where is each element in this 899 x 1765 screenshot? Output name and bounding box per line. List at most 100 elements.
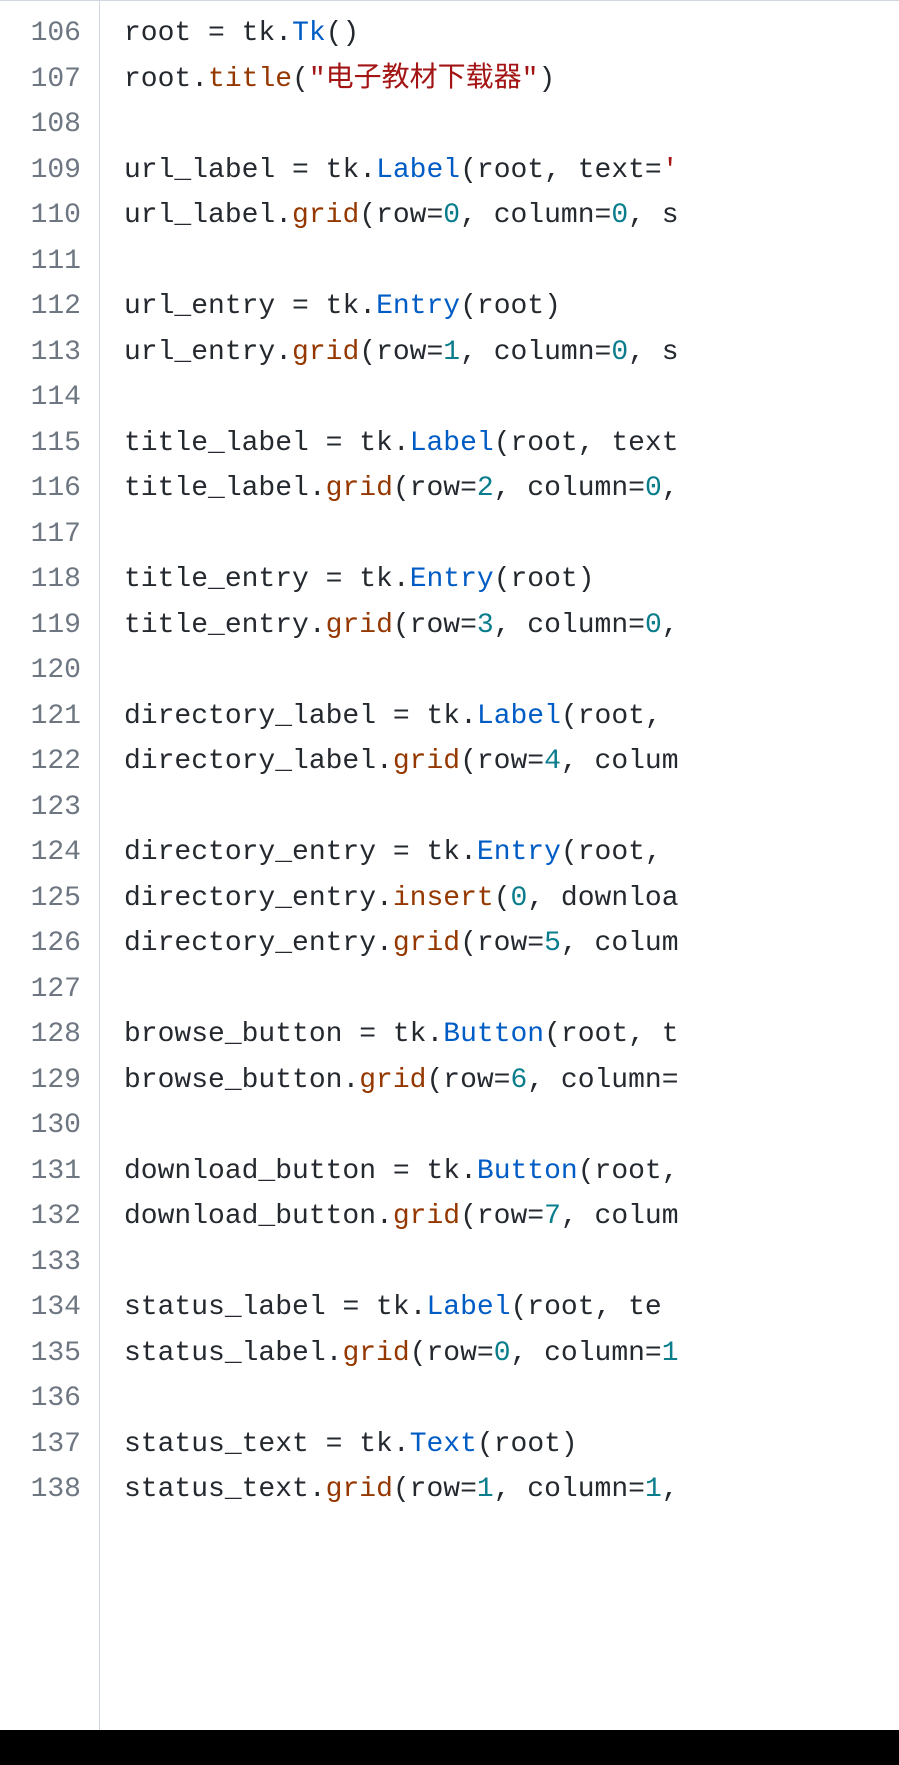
line-number: 110 (10, 193, 81, 239)
code-line[interactable]: status_label.grid(row=0, column=1 (124, 1331, 899, 1377)
line-number: 112 (10, 284, 81, 330)
code-token: , column= (494, 610, 645, 641)
code-token: download_button (124, 1156, 393, 1187)
code-line[interactable] (124, 239, 899, 285)
line-number: 121 (10, 694, 81, 740)
code-line[interactable]: directory_entry = tk.Entry(root, (124, 830, 899, 876)
code-token: ( (292, 64, 309, 95)
code-token: "电子教材下载器" (309, 64, 539, 95)
code-token: 5 (544, 928, 561, 959)
code-token: , s (628, 337, 678, 368)
code-token: Button (477, 1156, 578, 1187)
code-token: 0 (645, 473, 662, 504)
bottom-bar (0, 1730, 899, 1765)
code-token: (root, te (511, 1292, 662, 1323)
code-line[interactable]: status_text = tk.Text(root) (124, 1422, 899, 1468)
line-number: 107 (10, 57, 81, 103)
code-token: status_text (124, 1429, 326, 1460)
code-line[interactable] (124, 375, 899, 421)
code-token: 0 (611, 337, 628, 368)
line-number: 111 (10, 239, 81, 285)
code-line[interactable]: title_label = tk.Label(root, text (124, 421, 899, 467)
code-token: Entry (376, 291, 460, 322)
code-line[interactable] (124, 648, 899, 694)
code-line[interactable]: url_entry = tk.Entry(root) (124, 284, 899, 330)
code-line[interactable]: directory_label.grid(row=4, colum (124, 739, 899, 785)
code-token: grid (393, 746, 460, 777)
code-line[interactable]: root = tk.Tk() (124, 11, 899, 57)
code-token: title (208, 64, 292, 95)
code-line[interactable] (124, 785, 899, 831)
code-content[interactable]: root = tk.Tk()root.title("电子教材下载器") url_l… (100, 1, 899, 1765)
code-line[interactable]: url_entry.grid(row=1, column=0, s (124, 330, 899, 376)
code-line[interactable]: title_entry.grid(row=3, column=0, (124, 603, 899, 649)
code-token: 1 (662, 1338, 679, 1369)
code-token: 2 (477, 473, 494, 504)
line-number: 131 (10, 1149, 81, 1195)
code-token: . (410, 1292, 427, 1323)
code-token: grid (292, 337, 359, 368)
line-number: 116 (10, 466, 81, 512)
code-token: 0 (611, 200, 628, 231)
code-token: tk (410, 701, 460, 732)
code-line[interactable]: browse_button = tk.Button(root, t (124, 1012, 899, 1058)
line-number: 117 (10, 512, 81, 558)
code-line[interactable] (124, 1240, 899, 1286)
code-line[interactable]: title_entry = tk.Entry(root) (124, 557, 899, 603)
code-line[interactable]: download_button = tk.Button(root, (124, 1149, 899, 1195)
code-token: (root, text= (460, 155, 662, 186)
line-number: 106 (10, 11, 81, 57)
code-token: 0 (494, 1338, 511, 1369)
code-token: root (124, 18, 208, 49)
code-token: grid (326, 610, 393, 641)
code-token: . (326, 1338, 343, 1369)
code-token: , column= (460, 337, 611, 368)
code-token: , column= (460, 200, 611, 231)
code-token: (root, (578, 1156, 679, 1187)
code-token: (row= (410, 1338, 494, 1369)
code-token: (row= (426, 1065, 510, 1096)
code-token: grid (326, 473, 393, 504)
code-line[interactable] (124, 967, 899, 1013)
code-token: (row= (393, 473, 477, 504)
line-number: 114 (10, 375, 81, 421)
code-token: Label (410, 428, 494, 459)
code-line[interactable]: status_text.grid(row=1, column=1, (124, 1467, 899, 1513)
line-number: 128 (10, 1012, 81, 1058)
line-number: 135 (10, 1331, 81, 1377)
code-line[interactable] (124, 102, 899, 148)
code-line[interactable]: directory_entry.insert(0, downloa (124, 876, 899, 922)
code-token: . (191, 64, 208, 95)
code-line[interactable]: directory_label = tk.Label(root, (124, 694, 899, 740)
code-line[interactable] (124, 512, 899, 558)
code-token: () (326, 18, 360, 49)
code-line[interactable]: url_label.grid(row=0, column=0, s (124, 193, 899, 239)
code-line[interactable]: download_button.grid(row=7, colum (124, 1194, 899, 1240)
code-token: (root, t (544, 1019, 678, 1050)
code-token: insert (393, 883, 494, 914)
code-line[interactable] (124, 1376, 899, 1422)
code-line[interactable]: browse_button.grid(row=6, column= (124, 1058, 899, 1104)
code-token: Entry (410, 564, 494, 595)
code-token: url_label (124, 200, 275, 231)
code-token: url_entry (124, 337, 275, 368)
code-token: = (292, 291, 309, 322)
code-line[interactable]: root.title("电子教材下载器") (124, 57, 899, 103)
code-token: Entry (477, 837, 561, 868)
code-token: . (460, 701, 477, 732)
code-token: 1 (645, 1474, 662, 1505)
code-token: status_label (124, 1338, 326, 1369)
code-line[interactable]: title_label.grid(row=2, column=0, (124, 466, 899, 512)
code-line[interactable]: directory_entry.grid(row=5, colum (124, 921, 899, 967)
code-token: grid (326, 1474, 393, 1505)
code-token: = (359, 1019, 376, 1050)
code-token: tk (309, 291, 359, 322)
code-line[interactable]: status_label = tk.Label(root, te (124, 1285, 899, 1331)
code-editor[interactable]: 1061071081091101111121131141151161171181… (0, 0, 899, 1765)
line-number: 132 (10, 1194, 81, 1240)
code-token: title_entry (124, 564, 326, 595)
code-token: browse_button (124, 1019, 359, 1050)
code-line[interactable] (124, 1103, 899, 1149)
code-line[interactable]: url_label = tk.Label(root, text=' (124, 148, 899, 194)
code-token: . (376, 883, 393, 914)
